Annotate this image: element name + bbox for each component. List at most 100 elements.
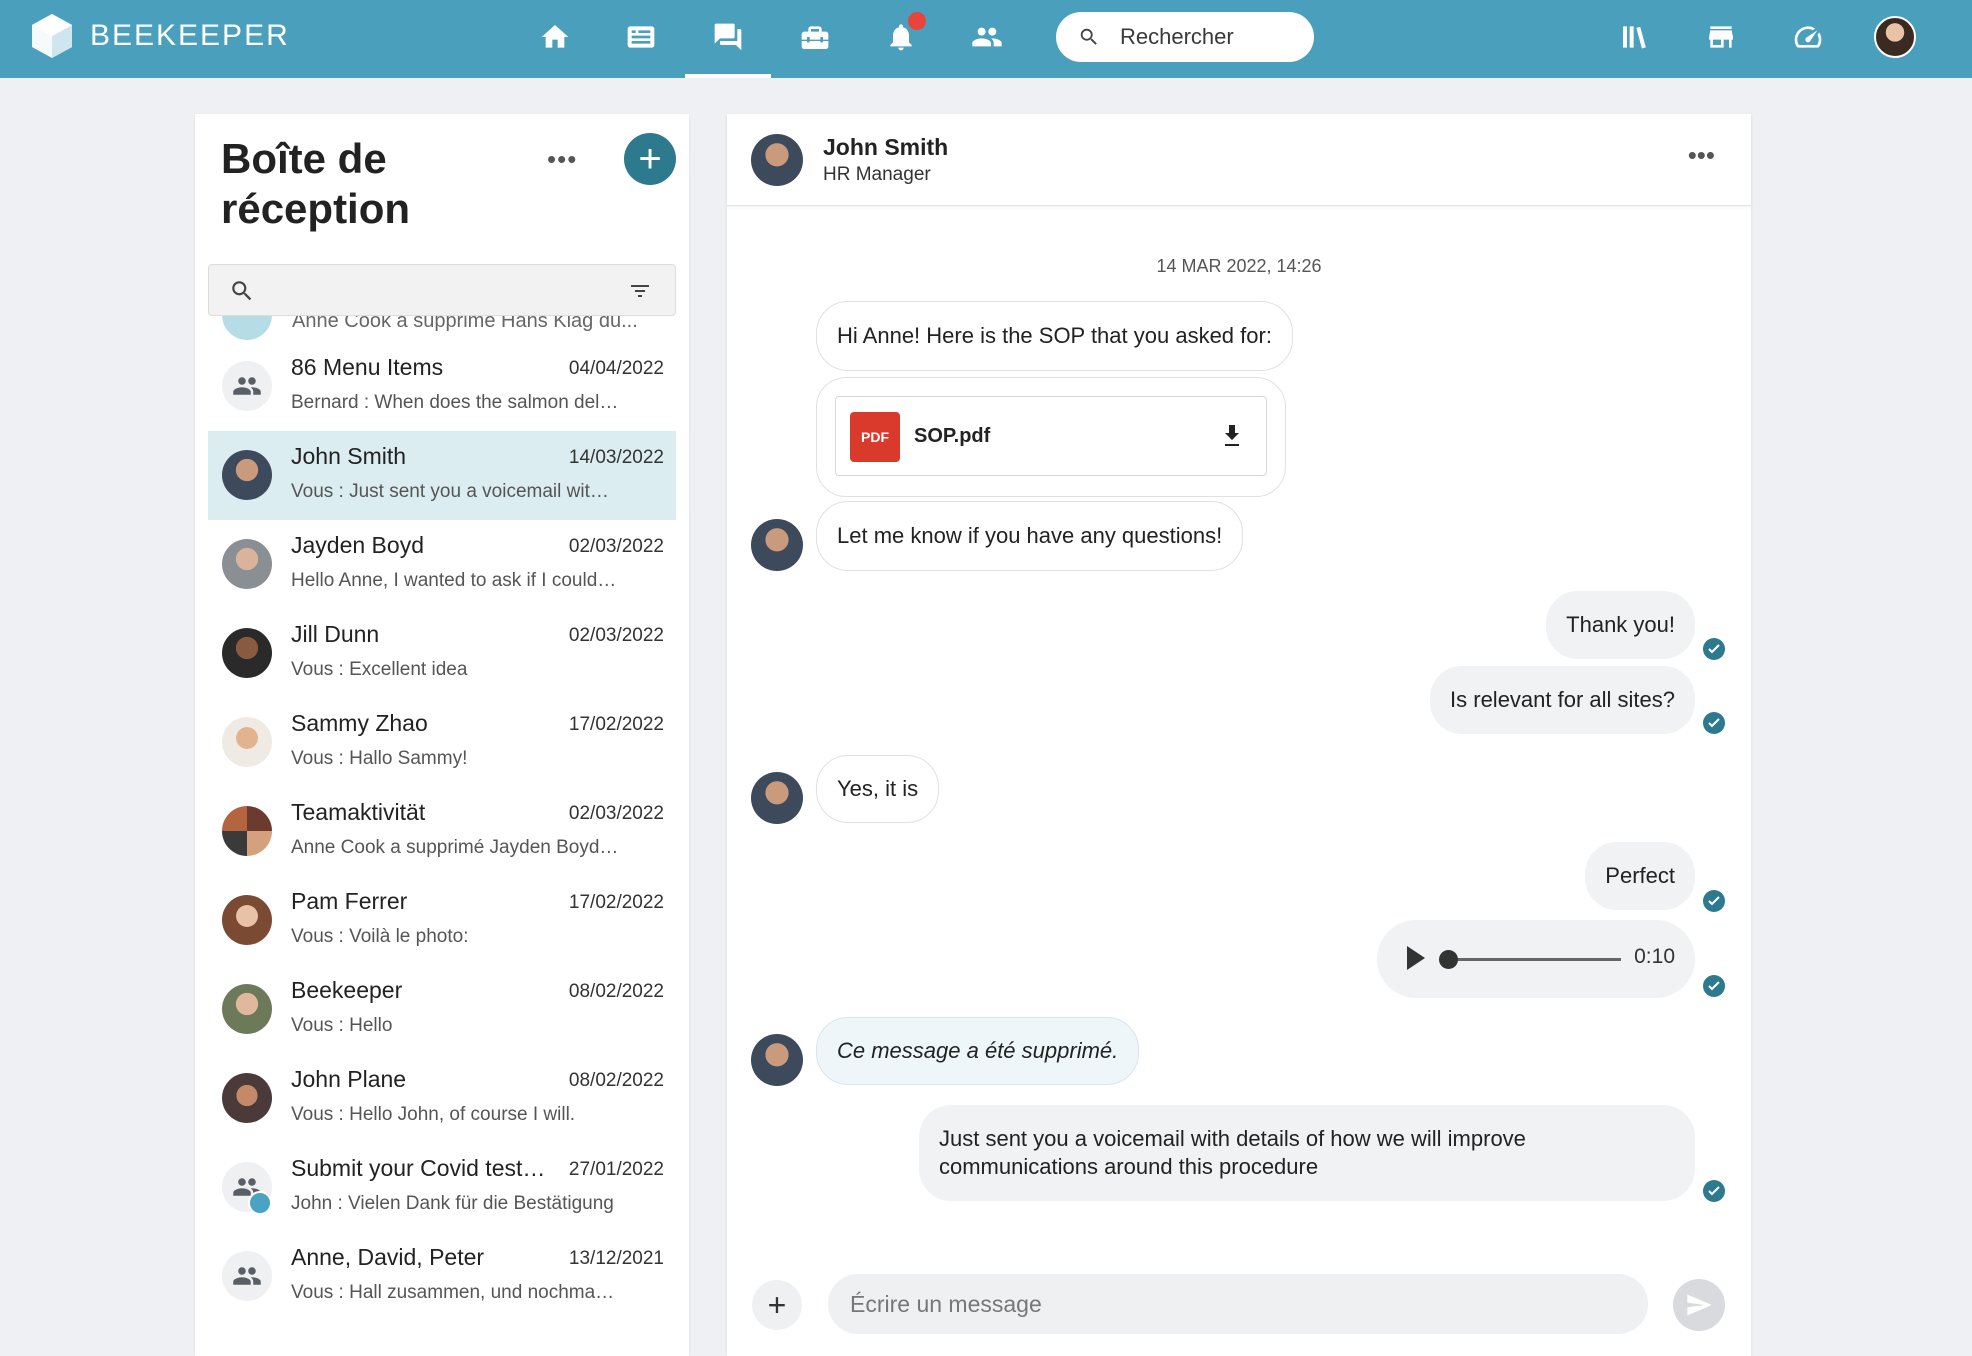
list-item-preview: Vous : Just sent you a voicemail wit… bbox=[291, 481, 609, 502]
list-item-preview: John : Vielen Dank für die Bestätigung bbox=[291, 1193, 614, 1214]
list-item-name: Sammy Zhao bbox=[291, 710, 428, 736]
beekeeper-logo-icon bbox=[32, 14, 72, 58]
people-icon[interactable] bbox=[963, 16, 1011, 58]
list-item-date: 13/12/2021 bbox=[568, 1248, 664, 1269]
message-bubble: Thank you! bbox=[1546, 591, 1695, 659]
list-item-preview: Vous : Hello John, of course I will. bbox=[291, 1104, 576, 1125]
play-button[interactable] bbox=[1407, 946, 1425, 970]
active-tab-indicator bbox=[685, 74, 771, 78]
list-item[interactable]: John Smith 14/03/2022 Vous : Just sent y… bbox=[208, 431, 676, 520]
list-item-preview: Anne Cook a supprimé Hans Klag du... bbox=[292, 316, 638, 332]
avatar bbox=[751, 519, 803, 571]
send-icon bbox=[1687, 1294, 1712, 1316]
user-avatar[interactable] bbox=[1874, 16, 1916, 58]
voice-progress-handle[interactable] bbox=[1439, 950, 1458, 969]
chat-icon[interactable] bbox=[704, 16, 752, 58]
list-item[interactable]: Anne, David, Peter 13/12/2021 Vous : Hal… bbox=[208, 1232, 676, 1321]
avatar bbox=[222, 539, 272, 589]
list-item[interactable]: Sammy Zhao 17/02/2022 Vous : Hallo Sammy… bbox=[208, 698, 676, 787]
conversation-search-input[interactable] bbox=[208, 264, 676, 316]
list-item-date: 08/02/2022 bbox=[568, 1070, 664, 1091]
group-avatar bbox=[222, 361, 272, 411]
download-icon[interactable] bbox=[1220, 422, 1244, 450]
list-item[interactable]: Anne Cook a supprimé Hans Klag du... bbox=[208, 316, 676, 342]
voice-progress-track[interactable] bbox=[1447, 958, 1621, 961]
send-button[interactable] bbox=[1673, 1279, 1725, 1331]
list-item[interactable]: Jill Dunn 02/03/2022 Vous : Excellent id… bbox=[208, 609, 676, 698]
megaphone-icon bbox=[248, 1191, 272, 1215]
conversation-list: Anne Cook a supprimé Hans Klag du... 86 … bbox=[208, 316, 676, 1356]
list-item[interactable]: 86 Menu Items 04/04/2022 Bernard : When … bbox=[208, 342, 676, 431]
list-item-name: John Smith bbox=[291, 443, 407, 469]
list-item[interactable]: Beekeeper 08/02/2022 Vous : Hello bbox=[208, 965, 676, 1054]
message-timestamp: 14 MAR 2022, 14:26 bbox=[1156, 256, 1322, 276]
search-icon bbox=[1080, 28, 1097, 45]
contact-name[interactable]: John Smith bbox=[823, 134, 948, 161]
inbox-panel: Boîte de réception ••• + Anne Cook a sup… bbox=[195, 114, 689, 1356]
message-input[interactable] bbox=[828, 1274, 1648, 1334]
message-bubble: Let me know if you have any questions! bbox=[816, 501, 1244, 571]
list-item-date: 02/03/2022 bbox=[568, 803, 664, 824]
search-icon bbox=[232, 281, 252, 301]
list-item-name: Pam Ferrer bbox=[291, 888, 408, 914]
list-item-date: 17/02/2022 bbox=[568, 892, 664, 913]
read-check-icon bbox=[1703, 890, 1725, 912]
inbox-title: Boîte de réception bbox=[221, 135, 411, 232]
brand-name: BEEKEEPER bbox=[90, 19, 290, 52]
group-avatar bbox=[222, 1251, 272, 1301]
toolbox-icon[interactable] bbox=[791, 16, 839, 58]
avatar bbox=[222, 895, 272, 945]
voice-duration: 0:10 bbox=[1634, 945, 1675, 968]
file-attachment[interactable]: PDF SOP.pdf bbox=[835, 396, 1267, 476]
search-placeholder: Rechercher bbox=[1120, 24, 1234, 49]
inbox-more-button[interactable]: ••• bbox=[547, 144, 577, 175]
avatar bbox=[751, 1034, 803, 1086]
read-check-icon bbox=[1703, 1180, 1725, 1202]
list-item-date: 02/03/2022 bbox=[568, 536, 664, 557]
voice-message: 0:10 bbox=[1377, 920, 1695, 998]
read-check-icon bbox=[1703, 638, 1725, 660]
list-item[interactable]: Pam Ferrer 17/02/2022 Vous : Voilà le ph… bbox=[208, 876, 676, 965]
list-item-preview: Bernard : When does the salmon del… bbox=[291, 392, 619, 413]
avatar bbox=[222, 717, 272, 767]
attach-button[interactable]: + bbox=[752, 1280, 802, 1330]
list-item-date: 27/01/2022 bbox=[568, 1159, 664, 1180]
list-item-date: 02/03/2022 bbox=[568, 625, 664, 646]
list-item-name: Anne, David, Peter bbox=[291, 1244, 485, 1270]
home-icon[interactable] bbox=[531, 16, 579, 58]
list-item-date: 08/02/2022 bbox=[568, 981, 664, 1002]
chat-header: John Smith HR Manager ••• bbox=[727, 114, 1751, 206]
list-item[interactable]: Submit your Covid test r… 27/01/2022 Joh… bbox=[208, 1143, 676, 1232]
avatar bbox=[222, 450, 272, 500]
avatar bbox=[222, 628, 272, 678]
list-item[interactable]: Teamaktivität 02/03/2022 Anne Cook a sup… bbox=[208, 787, 676, 876]
beekeeper-logo[interactable]: BEEKEEPER bbox=[32, 14, 290, 58]
list-item-preview: Vous : Voilà le photo: bbox=[291, 926, 469, 947]
list-item[interactable]: John Plane 08/02/2022 Vous : Hello John,… bbox=[208, 1054, 676, 1143]
avatar bbox=[222, 984, 272, 1034]
list-item-date: 17/02/2022 bbox=[568, 714, 664, 735]
avatar bbox=[222, 806, 272, 856]
avatar[interactable] bbox=[751, 134, 803, 186]
gauge-icon[interactable] bbox=[1784, 16, 1832, 58]
list-item-name: Jayden Boyd bbox=[291, 532, 424, 558]
avatar bbox=[222, 1073, 272, 1123]
list-item-name: Submit your Covid test r… bbox=[291, 1155, 546, 1181]
list-item-preview: Vous : Hello bbox=[291, 1015, 393, 1036]
message-bubble: Yes, it is bbox=[816, 755, 940, 823]
library-icon[interactable] bbox=[1611, 16, 1659, 58]
store-icon[interactable] bbox=[1697, 16, 1745, 58]
list-item[interactable]: Jayden Boyd 02/03/2022 Hello Anne, I wan… bbox=[208, 520, 676, 609]
message-bubble: Perfect bbox=[1585, 842, 1695, 910]
list-item-preview: Anne Cook a supprimé Jayden Boyd… bbox=[291, 837, 619, 858]
list-item-name: Beekeeper bbox=[291, 977, 403, 1003]
chat-more-button[interactable]: ••• bbox=[1688, 140, 1715, 171]
list-item-date: 04/04/2022 bbox=[568, 358, 664, 379]
read-check-icon bbox=[1703, 712, 1725, 734]
global-search[interactable]: Rechercher bbox=[1056, 12, 1314, 62]
list-item-name: John Plane bbox=[291, 1066, 407, 1092]
news-icon[interactable] bbox=[617, 16, 665, 58]
contact-role: HR Manager bbox=[823, 164, 931, 185]
new-conversation-button[interactable]: + bbox=[624, 133, 676, 185]
filter-icon[interactable] bbox=[627, 279, 653, 303]
